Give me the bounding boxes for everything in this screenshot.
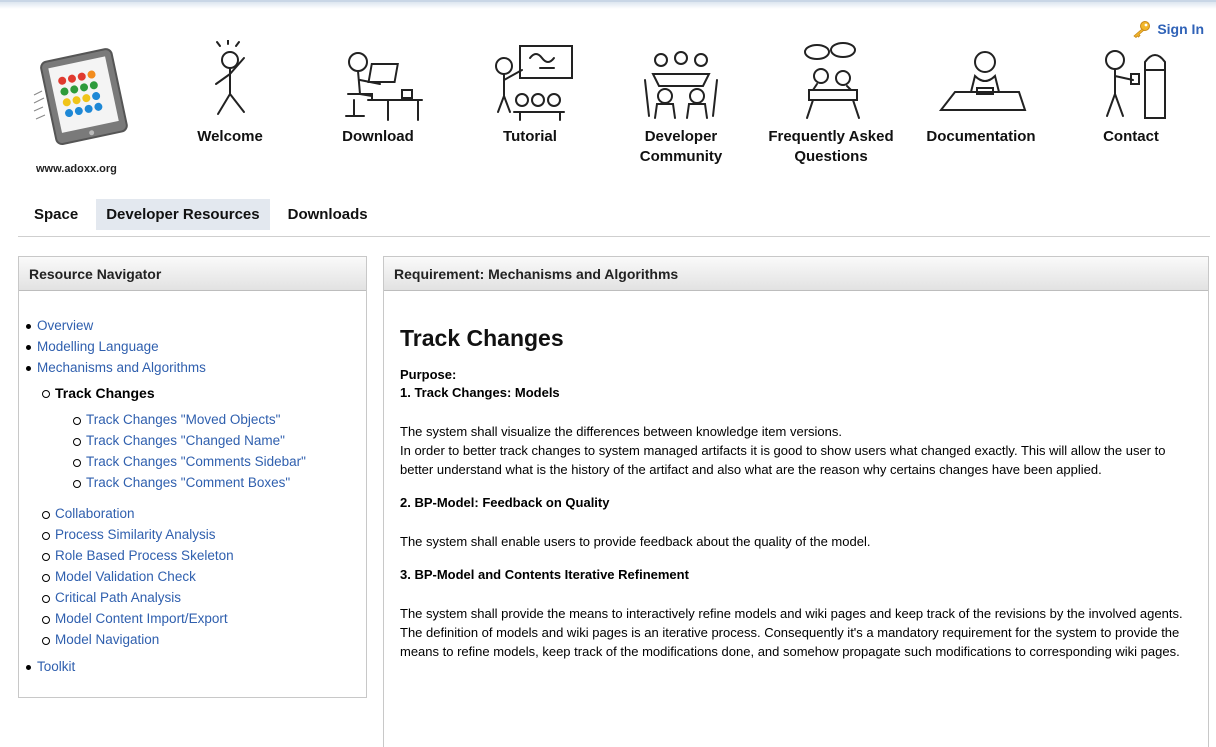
nav-link-tc-changed-name[interactable]: Track Changes "Changed Name" — [86, 433, 285, 448]
nav-link-overview[interactable]: Overview — [37, 318, 93, 333]
list-item: Overview — [19, 315, 366, 336]
requirement-content: Track Changes Purpose: 1. Track Changes:… — [384, 291, 1208, 679]
list-item: Collaboration — [19, 503, 366, 524]
section-1-text-2: In order to better track changes to syst… — [400, 443, 1166, 477]
nav-link-modelling-language[interactable]: Modelling Language — [37, 339, 159, 354]
tab-developer-resources[interactable]: Developer Resources — [96, 199, 270, 230]
section-1-text-1: The system shall visualize the differenc… — [400, 424, 842, 439]
nav-tutorial-label: Tutorial — [503, 128, 557, 145]
section-1-title: 1. Track Changes: Models — [400, 385, 560, 400]
group-meeting-icon — [631, 40, 731, 122]
sub-navigation: Space Developer Resources Downloads — [18, 193, 1210, 237]
key-icon — [1131, 20, 1151, 38]
list-item: Model Validation Check — [19, 566, 366, 587]
nav-link-critical-path[interactable]: Critical Path Analysis — [55, 590, 181, 605]
nav-developer-community[interactable]: Developer Community — [606, 40, 756, 167]
section-3-title: 3. BP-Model and Contents Iterative Refin… — [400, 567, 689, 582]
list-item: Role Based Process Skeleton — [19, 545, 366, 566]
section-2-title: 2. BP-Model: Feedback on Quality — [400, 495, 610, 510]
nav-documentation[interactable]: Documentation — [906, 40, 1056, 147]
list-item: Track Changes — [19, 382, 366, 405]
nav-link-tc-comments-sidebar[interactable]: Track Changes "Comments Sidebar" — [86, 454, 306, 469]
nav-current-track-changes: Track Changes — [55, 385, 155, 401]
list-item: Track Changes "Moved Objects" — [19, 409, 366, 430]
nav-link-model-navigation[interactable]: Model Navigation — [55, 632, 159, 647]
adoxx-logo[interactable] — [30, 47, 134, 147]
resource-navigator-panel: Resource Navigator Overview Modelling La… — [18, 256, 367, 698]
nav-faq[interactable]: Frequently Asked Questions — [756, 40, 906, 167]
list-item: Model Navigation — [19, 629, 366, 650]
logo-url-text: www.adoxx.org — [36, 163, 117, 175]
person-at-computer-icon — [328, 40, 428, 122]
nav-welcome[interactable]: Welcome — [155, 39, 305, 147]
waving-person-icon — [180, 39, 280, 122]
list-item: Model Content Import/Export — [19, 608, 366, 629]
classroom-icon — [480, 40, 580, 122]
nav-link-tc-comment-boxes[interactable]: Track Changes "Comment Boxes" — [86, 475, 290, 490]
resource-navigator-list: Overview Modelling Language Mechanisms a… — [19, 291, 366, 677]
page-title: Track Changes — [400, 325, 564, 351]
list-item: Mechanisms and Algorithms — [19, 357, 366, 378]
nav-link-mechanisms[interactable]: Mechanisms and Algorithms — [37, 360, 206, 375]
list-item: Track Changes "Changed Name" — [19, 430, 366, 451]
nav-link-role-based[interactable]: Role Based Process Skeleton — [55, 548, 234, 563]
list-item: Process Similarity Analysis — [19, 524, 366, 545]
nav-link-model-validation[interactable]: Model Validation Check — [55, 569, 196, 584]
sign-in-link[interactable]: Sign In — [1131, 20, 1204, 38]
list-item: Modelling Language — [19, 336, 366, 357]
top-rule — [0, 0, 1216, 9]
requirement-title: Requirement: Mechanisms and Algorithms — [384, 257, 1208, 291]
tab-downloads[interactable]: Downloads — [278, 199, 378, 230]
section-2-text-1: The system shall enable users to provide… — [400, 534, 871, 549]
speech-bubbles-icon — [781, 40, 881, 122]
nav-welcome-label: Welcome — [197, 128, 263, 145]
list-item: Toolkit — [19, 656, 366, 677]
section-3-text-1: The system shall provide the means to in… — [400, 606, 1183, 659]
tab-space[interactable]: Space — [18, 199, 88, 230]
list-item: Critical Path Analysis — [19, 587, 366, 608]
resource-navigator-title: Resource Navigator — [19, 257, 366, 291]
nav-tutorial[interactable]: Tutorial — [455, 40, 605, 147]
nav-link-import-export[interactable]: Model Content Import/Export — [55, 611, 228, 626]
nav-download-label: Download — [342, 128, 414, 145]
list-item: Track Changes "Comment Boxes" — [19, 472, 366, 493]
nav-link-toolkit[interactable]: Toolkit — [37, 659, 75, 674]
requirement-panel: Requirement: Mechanisms and Algorithms T… — [383, 256, 1209, 747]
sign-in-label: Sign In — [1157, 21, 1204, 37]
nav-faq-label: Frequently Asked Questions — [768, 128, 894, 165]
nav-contact-label: Contact — [1103, 128, 1159, 145]
person-at-mailbox-icon — [1081, 40, 1181, 122]
nav-link-tc-moved-objects[interactable]: Track Changes "Moved Objects" — [86, 412, 280, 427]
person-writing-icon — [931, 40, 1031, 122]
nav-developer-community-label: Developer Community — [639, 128, 723, 165]
purpose-label: Purpose: — [400, 367, 457, 382]
nav-documentation-label: Documentation — [926, 128, 1036, 145]
nav-contact[interactable]: Contact — [1056, 40, 1206, 147]
nav-link-collaboration[interactable]: Collaboration — [55, 506, 135, 521]
list-item: Track Changes "Comments Sidebar" — [19, 451, 366, 472]
nav-link-process-similarity[interactable]: Process Similarity Analysis — [55, 527, 216, 542]
nav-download[interactable]: Download — [303, 40, 453, 147]
